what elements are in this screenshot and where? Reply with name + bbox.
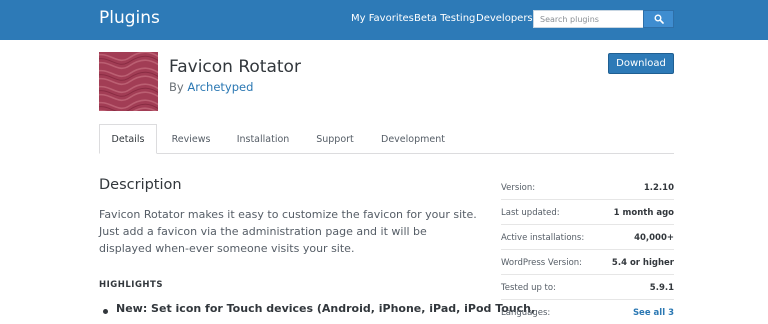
meta-label: Last updated: <box>501 208 560 218</box>
nav-developers[interactable]: Developers <box>476 13 533 24</box>
magnifier-icon <box>654 14 664 24</box>
tab-development[interactable]: Development <box>373 124 453 154</box>
meta-row-last-updated: Last updated: 1 month ago <box>501 200 674 225</box>
plugin-icon <box>99 52 158 111</box>
meta-label: Version: <box>501 183 536 193</box>
description-text: Favicon Rotator makes it easy to customi… <box>99 208 477 255</box>
author-link[interactable]: Archetyped <box>187 80 253 94</box>
meta-row-active-installations: Active installations: 40,000+ <box>501 225 674 250</box>
meta-label: Languages: <box>501 308 551 318</box>
tab-support[interactable]: Support <box>305 124 365 154</box>
meta-label: Tested up to: <box>501 283 556 293</box>
description-heading: Description <box>99 177 182 193</box>
meta-row-wordpress-version: WordPress Version: 5.4 or higher <box>501 250 674 275</box>
plugin-byline: By Archetyped <box>169 80 253 94</box>
tab-installation[interactable]: Installation <box>228 124 298 154</box>
nav-beta-testing[interactable]: Beta Testing <box>414 13 475 24</box>
meta-value: 1 month ago <box>613 208 674 218</box>
highlights-heading: HIGHLIGHTS <box>99 280 163 290</box>
meta-value: 5.9.1 <box>649 283 674 293</box>
see-all-languages-link[interactable]: See all 3 <box>633 308 674 318</box>
site-header: Plugins My Favorites Beta Testing Develo… <box>0 0 768 40</box>
meta-label: Active installations: <box>501 233 585 243</box>
search-button[interactable] <box>643 10 674 28</box>
plugins-home-link[interactable]: Plugins <box>99 8 160 28</box>
meta-row-version: Version: 1.2.10 <box>501 175 674 200</box>
meta-value: 1.2.10 <box>643 183 674 193</box>
download-button[interactable]: Download <box>608 53 674 74</box>
search-input[interactable] <box>533 10 643 28</box>
plugin-title: Favicon Rotator <box>169 57 301 77</box>
meta-label: WordPress Version: <box>501 258 583 268</box>
byline-prefix: By <box>169 80 184 94</box>
nav-my-favorites[interactable]: My Favorites <box>351 13 414 24</box>
bullet-dot <box>103 309 108 314</box>
highlight-item: New: Set icon for Touch devices (Android… <box>116 302 536 315</box>
meta-row-tested-up-to: Tested up to: 5.9.1 <box>501 275 674 300</box>
meta-value: 40,000+ <box>634 233 674 243</box>
tab-details[interactable]: Details <box>99 124 157 154</box>
wavy-pattern-icon <box>99 52 158 111</box>
tab-reviews[interactable]: Reviews <box>161 124 221 154</box>
meta-row-languages: Languages: See all 3 <box>501 300 674 324</box>
meta-value: 5.4 or higher <box>611 258 674 268</box>
